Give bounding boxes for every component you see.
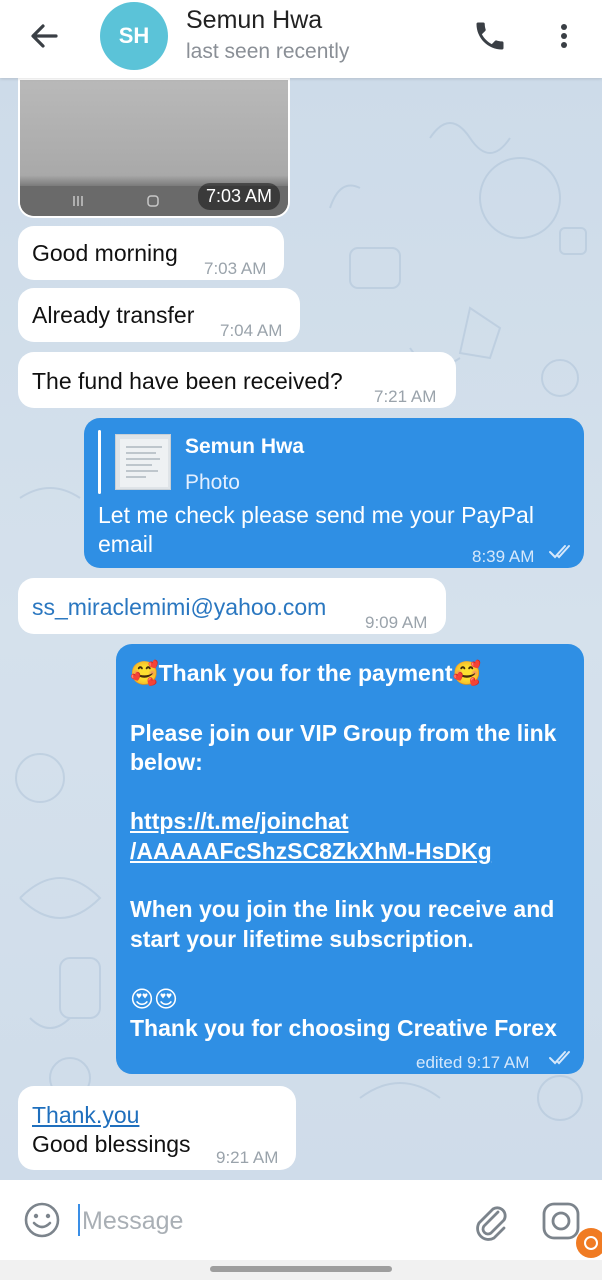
photo-message[interactable]: 7:03 AM xyxy=(18,78,290,218)
email-link[interactable]: ss_miraclemimi@yahoo.com xyxy=(32,592,326,622)
message-time: 9:09 AM xyxy=(365,613,428,632)
message-text: Good blessings xyxy=(32,1131,191,1157)
reply-media-label: Photo xyxy=(185,471,240,494)
attach-button[interactable] xyxy=(470,1198,510,1242)
avatar[interactable]: SH xyxy=(100,2,168,70)
emoji-button[interactable] xyxy=(22,1200,62,1240)
call-button[interactable] xyxy=(472,18,508,54)
message-time: 7:03 AM xyxy=(204,259,267,278)
reply-photo-thumbnail xyxy=(115,434,171,490)
message-text: Good morning xyxy=(32,240,178,266)
contact-name[interactable]: Semun Hwa xyxy=(186,6,322,35)
message-time: 9:21 AM xyxy=(216,1148,279,1167)
message-text-line: 🥰Thank you for the payment🥰 xyxy=(130,660,482,686)
message-text-line: When you join the link you receive and xyxy=(130,896,555,922)
photo-thumbnail[interactable]: 7:03 AM xyxy=(20,80,288,216)
notification-badge[interactable] xyxy=(576,1228,602,1258)
reply-preview[interactable]: Semun Hwa Photo xyxy=(98,430,304,494)
invite-link-line[interactable]: https://t.me/joinchat xyxy=(130,806,349,836)
reply-accent-bar xyxy=(98,430,101,494)
app-badge-icon xyxy=(584,1236,598,1250)
contact-status: last seen recently xyxy=(186,40,350,63)
back-button[interactable] xyxy=(26,18,62,54)
message-text-line: email xyxy=(98,531,153,557)
emoji-icon xyxy=(24,1202,60,1238)
message-input[interactable] xyxy=(82,1202,452,1240)
message-time: 7:04 AM xyxy=(220,321,283,340)
message-text-line: Let me check please send me your PayPal xyxy=(98,502,534,528)
text-caret xyxy=(78,1204,80,1236)
more-vertical-icon xyxy=(561,24,567,48)
invite-link-line[interactable]: /AAAAAFcShzSC8ZkXhM-HsDKg xyxy=(130,836,492,866)
incoming-message[interactable]: The fund have been received? 7:21 AM xyxy=(18,352,456,408)
document-preview-icon xyxy=(120,439,168,487)
message-time: edited 9:17 AM xyxy=(416,1053,530,1072)
message-link[interactable]: Thank.you xyxy=(32,1100,139,1130)
double-check-icon xyxy=(549,545,570,559)
system-nav-bar xyxy=(0,1260,602,1280)
message-composer xyxy=(0,1180,602,1260)
outgoing-reply-message[interactable]: Semun Hwa Photo Let me check please send… xyxy=(84,418,584,568)
incoming-message[interactable]: Thank.you Good blessings 9:21 AM xyxy=(18,1086,296,1170)
message-text-line: below: xyxy=(130,749,203,775)
message-time: 8:39 AM xyxy=(472,547,535,566)
home-indicator[interactable] xyxy=(210,1266,392,1272)
message-text: Already transfer xyxy=(32,302,195,328)
message-text: The fund have been received? xyxy=(32,368,343,394)
incoming-message[interactable]: Already transfer 7:04 AM xyxy=(18,288,300,342)
message-text-line: Please join our VIP Group from the link xyxy=(130,720,557,746)
message-time: 7:21 AM xyxy=(374,387,437,406)
message-text-line: start your lifetime subscription. xyxy=(130,926,474,952)
more-options-button[interactable] xyxy=(552,18,576,54)
paperclip-icon xyxy=(476,1206,507,1241)
reply-sender-name: Semun Hwa xyxy=(185,435,305,458)
message-time: 7:03 AM xyxy=(197,183,280,210)
message-text-line: Thank you for choosing Creative Forex xyxy=(130,1015,557,1041)
message-text-line: 😍😍 xyxy=(130,986,178,1012)
phone-icon xyxy=(476,22,504,50)
incoming-message[interactable]: ss_miraclemimi@yahoo.com 9:09 AM xyxy=(18,578,446,634)
double-check-icon xyxy=(549,1051,570,1065)
outgoing-message[interactable]: 🥰Thank you for the payment🥰 Please join … xyxy=(116,644,584,1074)
incoming-message[interactable]: Good morning 7:03 AM xyxy=(18,226,284,280)
back-arrow-icon xyxy=(31,24,58,48)
avatar-initials: SH xyxy=(118,23,150,48)
chat-header: SH Semun Hwa last seen recently xyxy=(0,0,602,78)
